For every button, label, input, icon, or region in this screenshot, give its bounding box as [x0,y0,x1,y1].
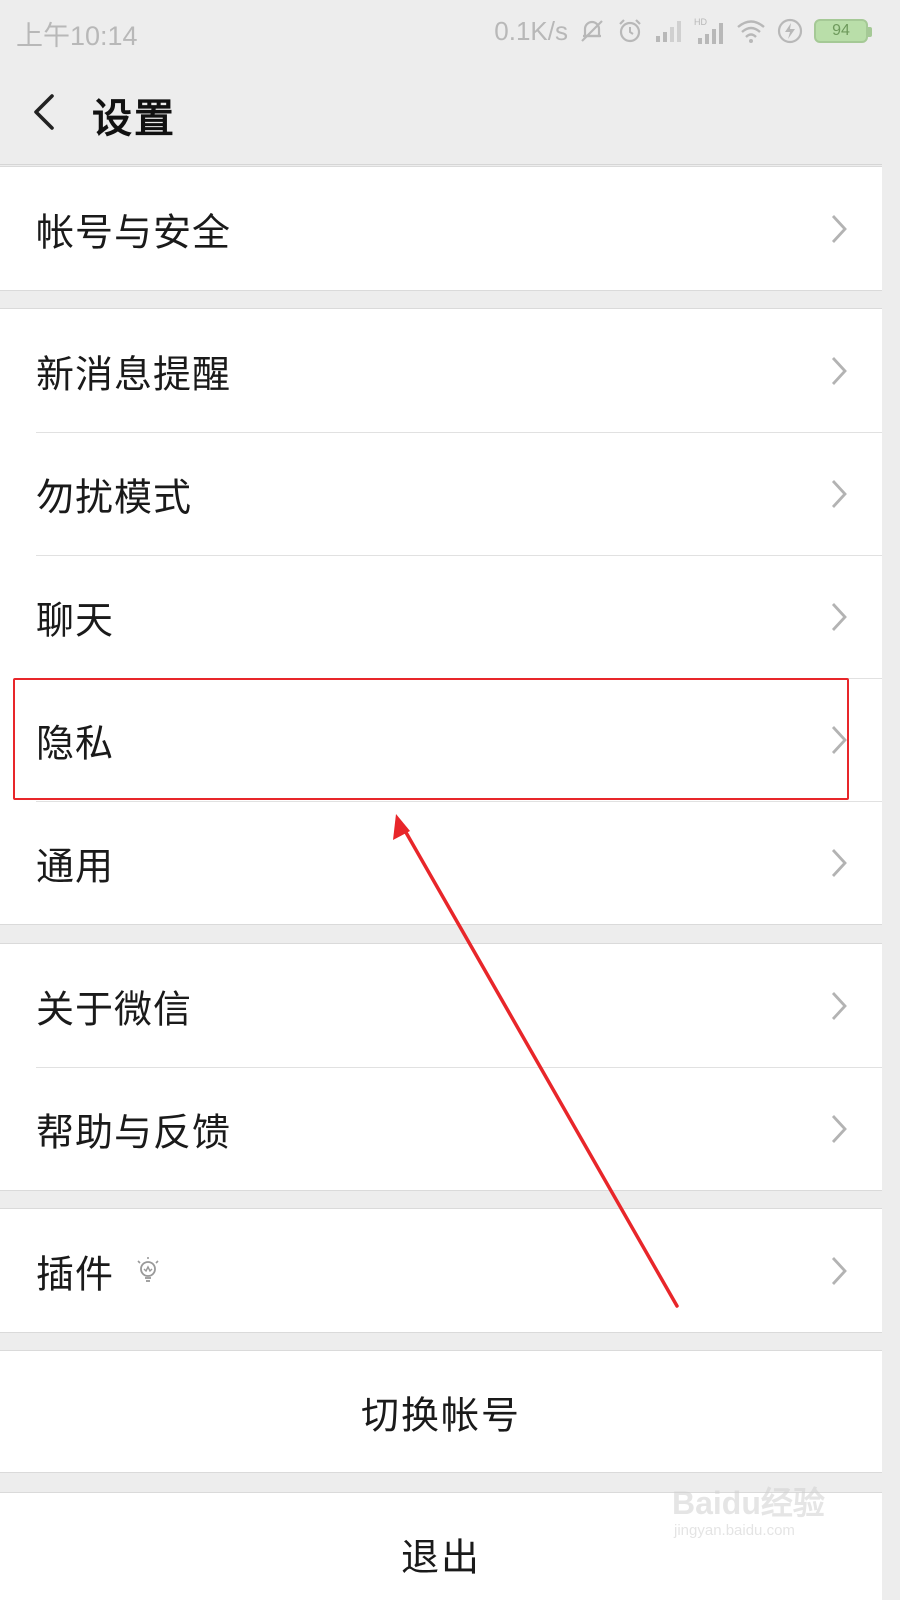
chevron-right-icon [831,991,847,1020]
chevron-left-icon[interactable] [28,90,64,134]
settings-item-do-not-disturb[interactable]: 勿扰模式 [0,432,882,555]
settings-item-label: 帐号与安全 [36,210,232,254]
settings-item-chat[interactable]: 聊天 [0,555,882,678]
chevron-right-icon [831,356,847,385]
settings-item-label: 聊天 [36,598,115,642]
chevron-right-icon [831,479,847,508]
highlight-box [13,678,849,800]
annotation-arrow [393,814,679,1308]
battery-icon: 94 [814,19,872,43]
network-speed: 0.1K/s [494,15,568,46]
settings-item-label: 通用 [36,844,115,888]
charging-icon [777,18,803,44]
watermark-url: jingyan.baidu.com [674,1522,795,1539]
svg-text:HD: HD [694,17,707,27]
watermark-brand: Baidu经验 [672,1485,825,1521]
switch-account-label: 切换帐号 [360,1393,521,1437]
status-icons: 0.1K/s HD 94 [494,12,872,50]
nav-bar: 设置 [0,62,882,165]
watermark: Baidu经验 jingyan.baidu.com [672,1478,842,1548]
settings-group-account: 帐号与安全 [0,166,882,291]
status-bar: 上午10:14 0.1K/s HD 94 [0,0,882,62]
alarm-icon [619,19,641,43]
wifi-icon [737,20,765,43]
mute-bell-icon [581,20,603,42]
chevron-right-icon [831,1114,847,1143]
settings-item-label: 新消息提醒 [36,352,232,396]
settings-item-label: 勿扰模式 [36,475,193,519]
settings-item-notifications[interactable]: 新消息提醒 [0,309,882,432]
chevron-right-icon [831,848,847,877]
battery-level: 94 [832,22,850,39]
settings-item-label: 帮助与反馈 [36,1110,232,1154]
status-time: 上午10:14 [16,21,138,51]
signal-icon [656,21,681,42]
settings-item-account-security[interactable]: 帐号与安全 [0,167,882,290]
hd-signal-icon: HD [694,17,723,44]
lightbulb-icon [137,1256,159,1282]
switch-account-button[interactable]: 切换帐号 [0,1350,882,1473]
page-title: 设置 [92,96,176,142]
chevron-right-icon [831,214,847,243]
chevron-right-icon [831,1256,847,1285]
settings-item-label: 插件 [36,1252,115,1296]
settings-item-label: 关于微信 [36,987,193,1031]
chevron-right-icon [831,602,847,631]
